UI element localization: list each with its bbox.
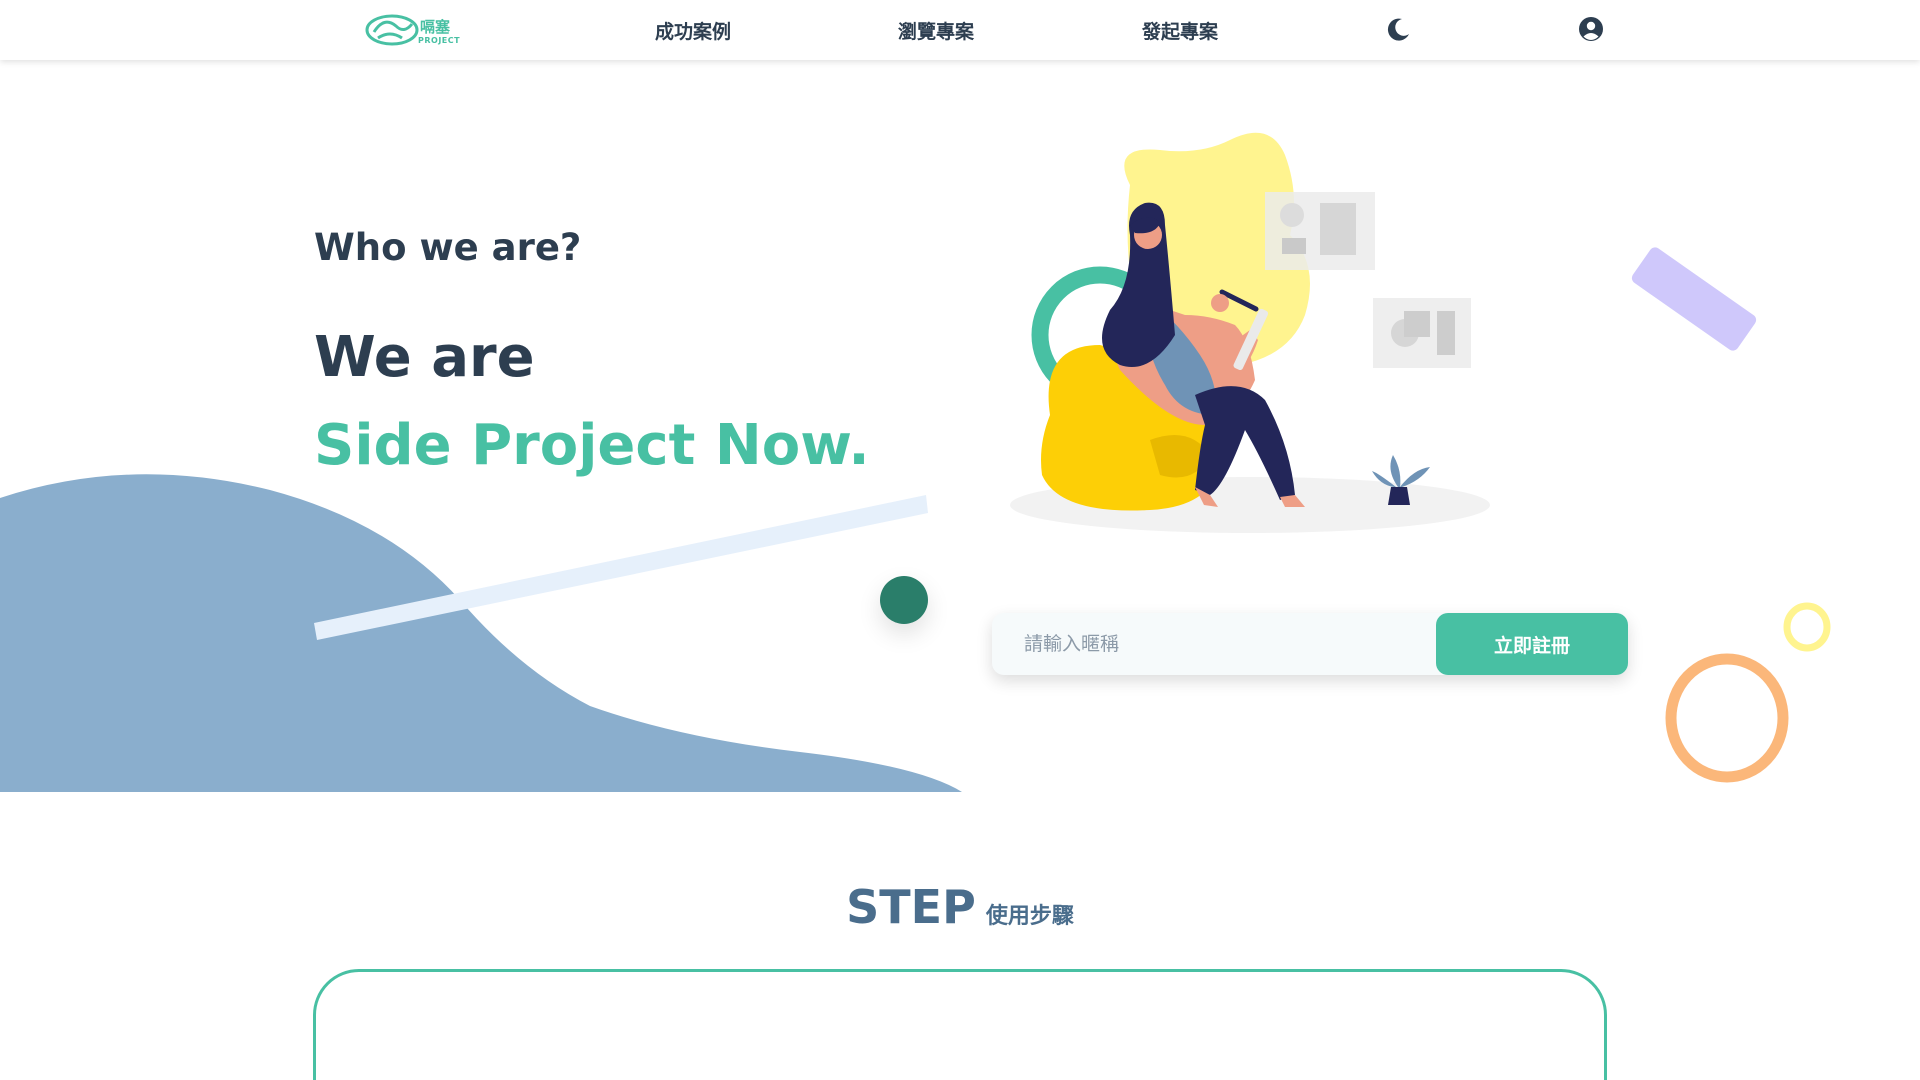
register-button[interactable]: 立即註冊 xyxy=(1436,613,1628,675)
nav-success-cases[interactable]: 成功案例 xyxy=(655,17,731,44)
signup-form: 立即註冊 xyxy=(992,613,1628,675)
logo-name: 嗝塞 xyxy=(420,18,451,36)
hero-illustration xyxy=(1010,132,1490,533)
navbar: 嗝塞 PROJECT 成功案例 瀏覽專案 發起專案 xyxy=(0,0,1920,60)
nickname-input[interactable] xyxy=(992,613,1437,675)
logo-sub: PROJECT xyxy=(418,36,461,45)
logo[interactable]: 嗝塞 PROJECT xyxy=(364,10,462,50)
moon-icon[interactable] xyxy=(1386,16,1412,42)
step-title-zh: 使用步驟 xyxy=(985,904,1074,929)
purple-rectangle xyxy=(1631,247,1757,351)
logo-icon xyxy=(365,14,419,46)
step-card xyxy=(313,969,1607,1080)
user-circle-icon[interactable] xyxy=(1578,16,1604,42)
step-heading: STEP 使用步驟 xyxy=(0,880,1920,934)
nav-browse-projects[interactable]: 瀏覽專案 xyxy=(898,17,974,44)
step-title-en: STEP xyxy=(846,880,976,934)
nav-start-project[interactable]: 發起專案 xyxy=(1142,17,1218,44)
hero-heading: We are xyxy=(314,325,535,390)
hero-question: Who we are? xyxy=(314,226,582,269)
hero-brand: Side Project Now. xyxy=(314,413,870,478)
yellow-ring xyxy=(1783,602,1831,652)
orange-ring xyxy=(1665,653,1789,783)
diagonal-stripe xyxy=(314,495,928,640)
